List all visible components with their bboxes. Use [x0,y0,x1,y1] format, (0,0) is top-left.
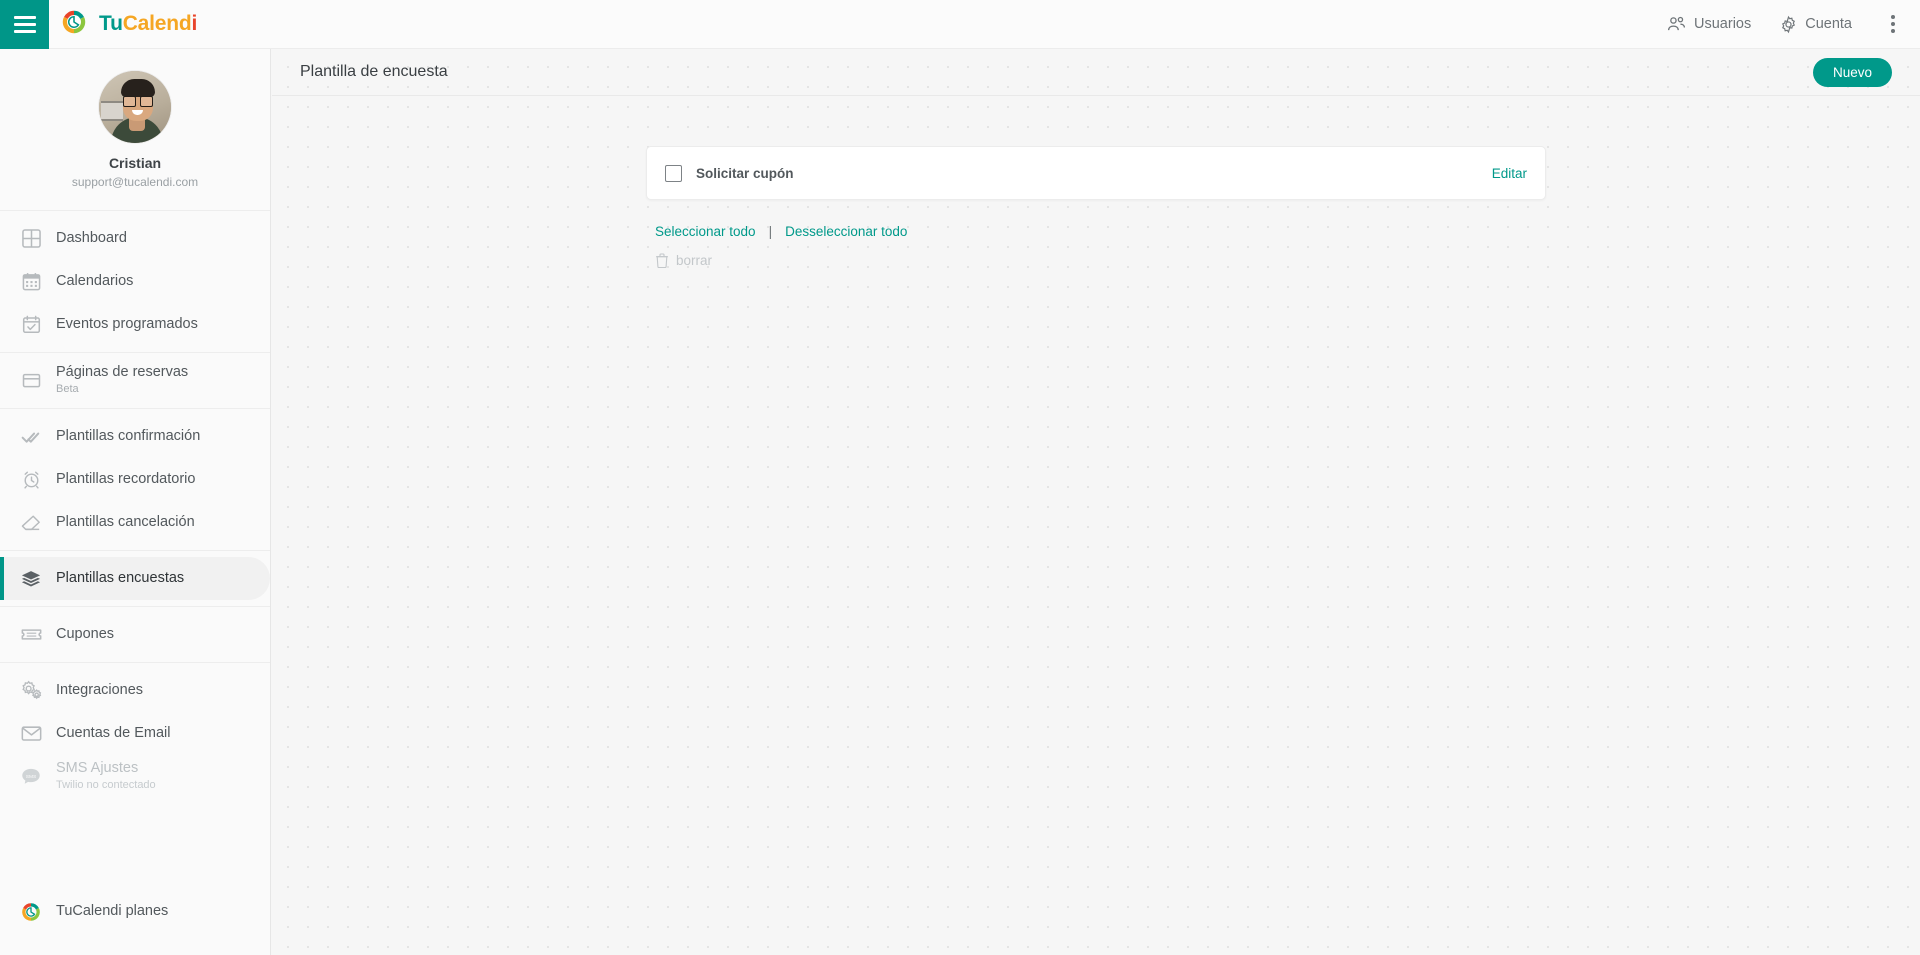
kebab-menu-icon[interactable] [1876,0,1910,49]
sidebar-item-text: SMS Ajustes [56,760,139,777]
sidebar: Cristian support@tucalendi.com Dashboard [0,49,271,955]
sidebar-item-label: Plantillas confirmación [56,427,201,444]
select-template-checkbox[interactable] [665,164,682,182]
nav-group: Páginas de reservas Beta [0,353,270,409]
sidebar-item-label: TuCalendi planes [56,902,169,919]
hamburger-bar [13,15,36,19]
nav-group: Plantillas encuestas [0,551,270,607]
profile-email: support@tucalendi.com [71,175,199,189]
sidebar-item-label: Integraciones [56,681,144,698]
hamburger-bar [13,22,36,26]
sidebar-item-cuentas-de-email[interactable]: Cuentas de Email [0,712,270,755]
grid-icon [18,229,44,248]
delete-label: borrar [676,253,713,268]
new-button[interactable]: Nuevo [1812,57,1892,87]
sidebar-nav: Dashboard Calendarios Eventos programado… [0,211,270,804]
sidebar-item-label: Cupones [56,625,115,642]
sidebar-item-calendarios[interactable]: Calendarios [0,260,270,303]
sidebar-item-plantillas-recordatorio[interactable]: Plantillas recordatorio [0,458,270,501]
sidebar-item-label: SMS Ajustes Twilio no contectado [56,760,156,792]
calendar-check-icon [18,315,44,334]
edit-link[interactable]: Editar [1492,166,1527,181]
profile-name: Cristian [108,155,162,171]
sidebar-item-plantillas-encuestas[interactable]: Plantillas encuestas [0,557,270,600]
brand-name: TuCalendi [99,12,197,36]
sidebar-item-label: Plantillas cancelación [56,513,195,530]
sidebar-item-label: Plantillas recordatorio [56,470,196,487]
page-title: Plantilla de encuesta [300,63,448,80]
sidebar-item-paginas-de-reservas[interactable]: Páginas de reservas Beta [0,359,270,402]
envelope-icon [18,724,44,743]
survey-template-label: Solicitar cupón [696,165,794,181]
kebab-dot [1891,29,1895,33]
sms-bubble-icon: SMS [18,767,44,786]
header-item-label: Cuenta [1805,16,1852,32]
window-icon [18,371,44,390]
hamburger-menu-icon[interactable] [0,0,49,49]
deselect-all-link[interactable]: Desseleccionar todo [785,224,907,239]
calendar-icon [18,272,44,291]
header-item-usuarios[interactable]: Usuarios [1652,0,1765,49]
avatar[interactable] [99,71,171,143]
nav-group: Integraciones Cuentas de Email SMS SMS A… [0,663,270,804]
sidebar-item-badge: Beta [56,383,79,396]
gears-icon [18,680,44,701]
brand-part-2: Calend [122,12,192,35]
sidebar-item-status: Twilio no contectado [56,779,156,792]
header-actions: Usuarios Cuenta [1652,0,1920,49]
sidebar-item-label: Páginas de reservas Beta [56,364,189,396]
header-item-cuenta[interactable]: Cuenta [1765,0,1866,49]
svg-text:SMS: SMS [26,774,37,780]
gear-icon [1779,15,1798,34]
ticket-icon [18,625,44,644]
kebab-dot [1891,22,1895,26]
brand-logo[interactable]: TuCalendi [60,8,197,41]
kebab-dot [1891,15,1895,19]
sidebar-item-label: Plantillas encuestas [56,569,185,586]
hamburger-bar [13,29,36,33]
header-item-label: Usuarios [1694,16,1752,32]
sidebar-item-integraciones[interactable]: Integraciones [0,669,270,712]
survey-template-card[interactable]: Solicitar cupón Editar [646,146,1546,200]
eraser-icon [18,513,44,533]
sidebar-profile: Cristian support@tucalendi.com [0,49,270,211]
sidebar-footer: TuCalendi planes [0,880,270,955]
brand-part-1: Tu [99,12,123,35]
double-check-icon [18,427,44,447]
users-icon [1666,16,1687,32]
sidebar-item-cupones[interactable]: Cupones [0,613,270,656]
page-header: Plantilla de encuesta Nuevo [272,49,1920,96]
main-content: Plantilla de encuesta Nuevo Solicitar cu… [272,49,1920,955]
trash-icon [655,253,669,268]
sidebar-item-label: Dashboard [56,229,127,246]
nav-group: Cupones [0,607,270,663]
tucalendi-logo-icon [60,8,88,41]
sidebar-item-tucalendi-planes[interactable]: TuCalendi planes [0,890,270,933]
sidebar-item-label: Eventos programados [56,315,198,332]
sidebar-item-eventos-programados[interactable]: Eventos programados [0,303,270,346]
sidebar-item-dashboard[interactable]: Dashboard [0,217,270,260]
top-header: TuCalendi Usuarios Cuenta [0,0,1920,49]
sidebar-item-plantillas-cancelacion[interactable]: Plantillas cancelación [0,501,270,544]
layers-icon [18,569,44,589]
delete-action: borrar [646,253,1546,268]
sidebar-item-sms-ajustes: SMS SMS Ajustes Twilio no contectado [0,755,270,798]
selection-separator: | [768,224,773,239]
nav-group: Plantillas confirmación Plantillas recor… [0,409,270,551]
select-all-link[interactable]: Seleccionar todo [655,224,756,239]
tucalendi-logo-icon [18,901,44,923]
nav-group: Dashboard Calendarios Eventos programado… [0,211,270,353]
sidebar-item-text: Páginas de reservas [56,364,189,381]
sidebar-item-label: Calendarios [56,272,134,289]
sidebar-item-plantillas-confirmacion[interactable]: Plantillas confirmación [0,415,270,458]
selection-controls: Seleccionar todo | Desseleccionar todo [646,224,1546,239]
content-area: Solicitar cupón Editar Seleccionar todo … [272,96,1920,268]
brand-part-3: i [191,12,198,35]
alarm-clock-icon [18,470,44,489]
sidebar-item-label: Cuentas de Email [56,724,171,741]
